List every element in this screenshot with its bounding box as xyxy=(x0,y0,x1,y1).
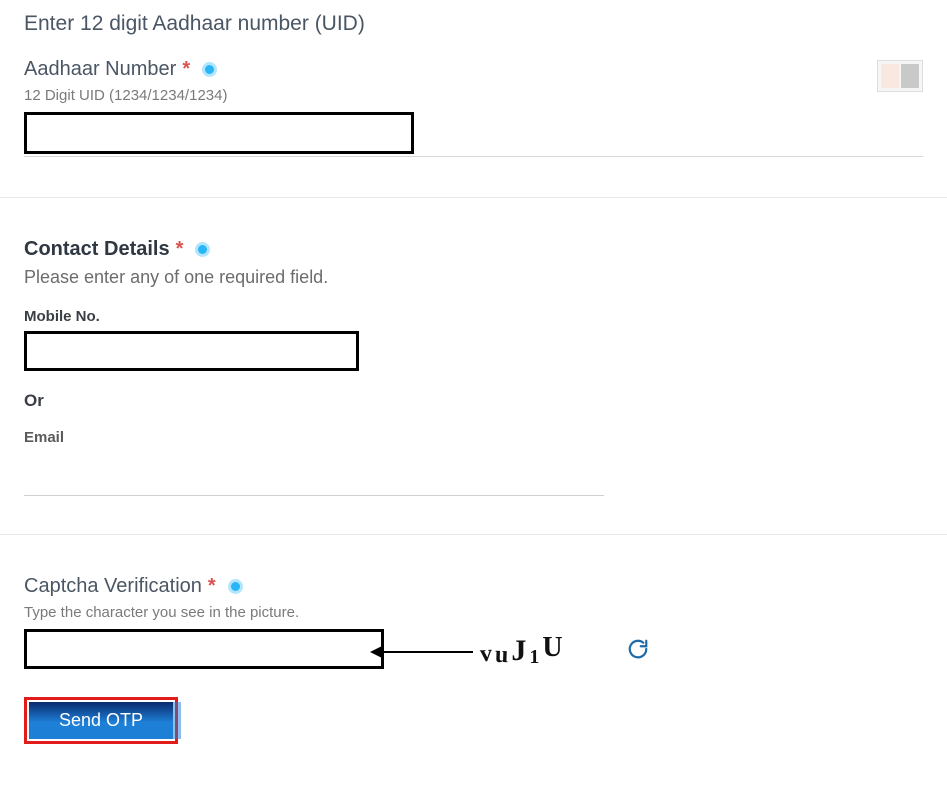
info-icon[interactable] xyxy=(228,579,243,594)
captcha-char: 1 xyxy=(529,646,541,669)
contact-title: Contact Details xyxy=(24,238,170,261)
mobile-label: Mobile No. xyxy=(24,308,923,325)
info-icon[interactable] xyxy=(195,242,210,257)
aadhaar-hint: 12 Digit UID (1234/1234/1234) xyxy=(24,87,923,104)
aadhaar-label: Aadhaar Number xyxy=(24,58,176,81)
captcha-title-row: Captcha Verification * xyxy=(24,575,923,598)
info-icon[interactable] xyxy=(202,62,217,77)
required-asterisk: * xyxy=(182,58,190,81)
captcha-char: U xyxy=(542,632,564,664)
email-label: Email xyxy=(24,429,923,446)
arrow-icon xyxy=(368,637,478,667)
send-otp-highlight: Send OTP xyxy=(24,697,178,744)
aadhaar-number-input[interactable] xyxy=(24,112,414,154)
aadhaar-label-row: Aadhaar Number * xyxy=(24,58,923,81)
captcha-row: v u J 1 U xyxy=(24,629,923,669)
captcha-char: J xyxy=(511,634,528,668)
captcha-char: v xyxy=(479,641,494,669)
captcha-input[interactable] xyxy=(24,629,384,669)
contact-subtitle: Please enter any of one required field. xyxy=(24,267,923,288)
mobile-input[interactable] xyxy=(24,331,359,371)
aadhaar-section: Enter 12 digit Aadhaar number (UID) Aadh… xyxy=(0,0,947,187)
aadhaar-field-row xyxy=(24,112,923,157)
contact-title-row: Contact Details * xyxy=(24,238,923,261)
button-row: Send OTP xyxy=(24,697,923,744)
required-asterisk: * xyxy=(176,238,184,261)
refresh-captcha-icon[interactable] xyxy=(627,638,649,660)
or-label: Or xyxy=(24,391,923,411)
required-asterisk: * xyxy=(208,575,216,598)
contact-section: Contact Details * Please enter any of on… xyxy=(0,197,947,524)
captcha-section: Captcha Verification * Type the characte… xyxy=(0,534,947,772)
send-otp-button[interactable]: Send OTP xyxy=(29,702,173,739)
email-input[interactable] xyxy=(24,464,604,496)
captcha-char: u xyxy=(495,642,511,670)
captcha-hint: Type the character you see in the pictur… xyxy=(24,604,923,621)
section-title: Enter 12 digit Aadhaar number (UID) xyxy=(24,12,923,36)
captcha-title: Captcha Verification xyxy=(24,575,202,598)
captcha-image: v u J 1 U xyxy=(480,632,565,666)
aadhaar-card-thumbnail[interactable] xyxy=(877,60,923,92)
